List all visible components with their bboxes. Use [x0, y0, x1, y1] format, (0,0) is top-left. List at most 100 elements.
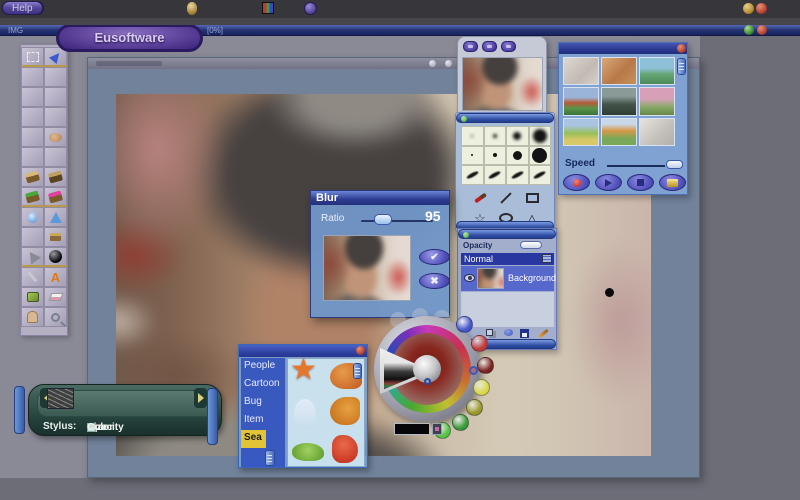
layer-row-background[interactable]: Background — [461, 266, 554, 291]
replay-title-bar[interactable] — [559, 43, 687, 54]
hard-brush-2[interactable] — [461, 146, 484, 166]
layers-title-bar[interactable] — [458, 229, 556, 239]
brush-tool[interactable] — [44, 107, 67, 127]
color-swatch-dark-red[interactable] — [477, 357, 494, 374]
brush-palette-title-bar[interactable] — [456, 113, 554, 123]
thumbnail-girl-portrait[interactable] — [601, 57, 637, 85]
brush-pink-tool[interactable] — [44, 187, 67, 207]
crayon-blue-tool[interactable] — [21, 147, 44, 167]
thumbnail-green-hills[interactable] — [563, 118, 599, 146]
preview-button-3[interactable] — [501, 41, 516, 52]
menu-help[interactable]: Help — [2, 1, 43, 15]
rect-select-tool[interactable] — [21, 47, 44, 67]
stamp-jellyfish[interactable] — [294, 399, 316, 429]
replay-scrollbar[interactable] — [677, 58, 686, 75]
layer-pen-icon[interactable] — [538, 329, 548, 338]
soft-brush-8[interactable] — [506, 126, 529, 146]
cancel-button[interactable]: ✖ — [419, 273, 450, 289]
hard-brush-4[interactable] — [484, 146, 507, 166]
color-swatch-olive[interactable] — [466, 399, 483, 416]
document-zoom-button[interactable] — [445, 60, 452, 67]
rgb-bars-icon[interactable] — [262, 2, 274, 14]
color-swatch-blue[interactable] — [456, 316, 473, 333]
craft-knife-tool[interactable] — [44, 67, 67, 87]
cone-tool[interactable] — [44, 207, 67, 227]
category-people[interactable]: People — [241, 358, 285, 376]
stroke-brush-3[interactable] — [506, 165, 529, 185]
document-minimize-button[interactable] — [429, 60, 436, 67]
thumbnail-island[interactable] — [639, 57, 675, 85]
preview-button-1[interactable] — [463, 41, 478, 52]
paintbrush-red-tool[interactable] — [21, 127, 44, 147]
magic-wand-tool[interactable] — [21, 227, 44, 247]
stop-button[interactable] — [627, 174, 654, 191]
category-sea[interactable]: Sea — [241, 430, 266, 448]
texture-next-button[interactable] — [194, 388, 207, 408]
record-button[interactable] — [563, 174, 590, 191]
shape-line-button[interactable] — [493, 188, 519, 208]
eraser-tool[interactable] — [44, 287, 67, 307]
save-icon[interactable] — [520, 329, 529, 338]
soft-brush-14[interactable] — [529, 126, 552, 146]
stroke-brush-4[interactable] — [529, 165, 552, 185]
palette-tool[interactable] — [44, 127, 67, 147]
current-color-swatch[interactable] — [394, 423, 430, 435]
preview-button-2[interactable] — [482, 41, 497, 52]
hard-brush-15[interactable] — [529, 146, 552, 166]
stylus-left-handle[interactable] — [14, 386, 25, 434]
text-tool[interactable]: A — [44, 267, 67, 287]
speed-slider-track[interactable] — [607, 165, 665, 167]
soft-brush-4[interactable] — [484, 126, 507, 146]
pen-tool[interactable] — [21, 87, 44, 107]
brush-flat-tool[interactable] — [44, 167, 67, 187]
color-swatch-button[interactable] — [432, 423, 442, 435]
thumbnail-flower-sketch[interactable] — [563, 57, 599, 85]
push-pin-tool[interactable] — [21, 267, 44, 287]
layer-brush-icon[interactable] — [504, 329, 513, 336]
stamp-starfish[interactable]: ★ — [290, 355, 317, 385]
play-button[interactable] — [595, 174, 622, 191]
tape-tool[interactable] — [21, 287, 44, 307]
purple-button-2[interactable] — [304, 2, 317, 15]
shape-rectangle-button[interactable] — [519, 188, 545, 208]
preview-window[interactable] — [457, 36, 547, 114]
category-item[interactable]: Item — [241, 412, 285, 430]
hand-tool[interactable] — [21, 307, 44, 327]
opacity-slider-handle[interactable] — [520, 241, 542, 249]
magnifier-tool[interactable] — [44, 307, 67, 327]
hard-brush-9[interactable] — [506, 146, 529, 166]
egg-icon-5[interactable] — [187, 2, 197, 15]
thumbnail-sunset-road[interactable] — [639, 87, 675, 115]
stroke-brush-2[interactable] — [484, 165, 507, 185]
stamps-close-button[interactable] — [356, 346, 365, 355]
thumbnail-autumn-path[interactable] — [601, 118, 637, 146]
window-close-button[interactable] — [757, 25, 767, 35]
blend-mode-dropdown[interactable]: Normal — [461, 253, 554, 265]
stamp-lobster[interactable] — [332, 435, 358, 463]
fountain-pen-tool[interactable] — [21, 107, 44, 127]
crayon-gray-tool[interactable] — [44, 147, 67, 167]
color-swatch-dark-green[interactable] — [452, 414, 469, 431]
stamp-crab[interactable] — [292, 443, 324, 461]
shape-brush-button[interactable] — [467, 188, 493, 208]
category-cartoon[interactable]: Cartoon — [241, 376, 285, 394]
thumbnail-red-house[interactable] — [563, 87, 599, 115]
speed-slider-handle[interactable] — [666, 160, 683, 169]
layer-visibility-icon[interactable] — [464, 274, 475, 282]
category-scrollbar[interactable] — [265, 450, 275, 466]
knife-tool[interactable] — [21, 67, 44, 87]
stamp-tool[interactable] — [44, 227, 67, 247]
minimize-button[interactable] — [743, 3, 754, 14]
category-bug[interactable]: Bug — [241, 394, 285, 412]
blur-dialog-title[interactable]: Blur — [311, 191, 449, 205]
thumbnail-face-sketch[interactable] — [639, 118, 675, 146]
brush-green-tool[interactable] — [21, 187, 44, 207]
open-button[interactable] — [659, 174, 686, 191]
stamp-sea-lion[interactable] — [330, 397, 360, 425]
stamps-scrollbar[interactable] — [353, 363, 362, 379]
pencil-tool[interactable] — [44, 87, 67, 107]
texture-scratch[interactable] — [47, 388, 74, 409]
airbrush-tool[interactable] — [21, 247, 44, 267]
color-swatch-yellow[interactable] — [473, 379, 490, 396]
thumbnail-mountain[interactable] — [601, 87, 637, 115]
